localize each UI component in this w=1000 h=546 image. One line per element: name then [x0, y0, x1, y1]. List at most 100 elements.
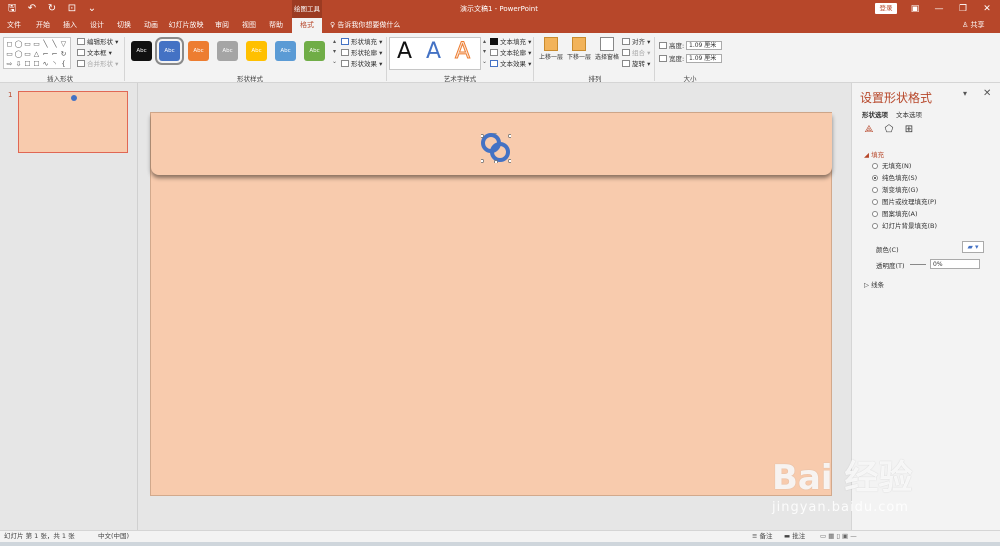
- shape-option[interactable]: ▭: [23, 49, 32, 59]
- width-input[interactable]: 1.09 厘米: [686, 54, 722, 63]
- wordart-style-black[interactable]: A: [397, 38, 412, 66]
- redo-icon[interactable]: ↻: [46, 2, 58, 16]
- tab-shape-options[interactable]: 形状选项: [862, 109, 888, 119]
- tab-10[interactable]: 格式: [292, 18, 322, 33]
- shape-option[interactable]: ⇨: [5, 59, 14, 69]
- shape-fill-button[interactable]: 形状填充 ▾: [341, 37, 382, 47]
- bring-forward-button[interactable]: 上移一层: [537, 37, 565, 62]
- shape-option[interactable]: ⌐: [50, 49, 59, 59]
- slide-thumbnail[interactable]: [18, 91, 128, 153]
- shape-option[interactable]: ▭: [32, 39, 41, 49]
- gallery-scroll-icon[interactable]: ▴ ▾ ⌄: [481, 37, 488, 69]
- transparency-input[interactable]: 0%: [930, 259, 980, 269]
- shape-option[interactable]: {: [59, 59, 68, 69]
- ribbon-display-icon[interactable]: ▣: [903, 0, 927, 18]
- tab-5[interactable]: 动画: [139, 18, 163, 33]
- shape-option[interactable]: ◯: [14, 49, 23, 59]
- tab-1[interactable]: 开始: [31, 18, 55, 33]
- shape-option[interactable]: ⇩: [14, 59, 23, 69]
- shape-effects-button[interactable]: 形状效果 ▾: [341, 59, 382, 69]
- shape-option[interactable]: ▭: [5, 49, 14, 59]
- shape-option[interactable]: ╲: [41, 39, 50, 49]
- shape-option[interactable]: ◯: [14, 39, 23, 49]
- shape-option[interactable]: ☐: [23, 59, 32, 69]
- restore-icon[interactable]: ❐: [951, 0, 975, 18]
- shape-option[interactable]: ╲: [50, 39, 59, 49]
- tab-2[interactable]: 插入: [58, 18, 82, 33]
- shape-option[interactable]: ⌐: [41, 49, 50, 59]
- shape-option[interactable]: ∿: [41, 59, 50, 69]
- tab-6[interactable]: 幻灯片放映: [166, 18, 206, 33]
- tab-7[interactable]: 审阅: [210, 18, 234, 33]
- save-icon[interactable]: 🖫: [6, 2, 18, 16]
- text-outline-button[interactable]: 文本轮廓 ▾: [490, 48, 531, 58]
- shape-option[interactable]: ▽: [59, 39, 68, 49]
- customize-icon[interactable]: ⌄: [86, 2, 98, 16]
- shape-style-option[interactable]: Abc: [217, 41, 238, 61]
- shape-gallery[interactable]: ◻ ◯ ▭ ▭ ╲ ╲ ▽ ▭ ◯ ▭ △ ⌐ ⌐ ↻ ⇨ ⇩ ☐ ☐ ∿ ◝{: [3, 37, 71, 69]
- presenter-icon[interactable]: ⊡: [66, 2, 78, 16]
- shape-outline-button[interactable]: 形状轮廓 ▾: [341, 48, 382, 58]
- pane-options-icon[interactable]: ▾: [963, 89, 967, 98]
- tab-4[interactable]: 切换: [112, 18, 136, 33]
- gallery-scroll-icon[interactable]: ▴ ▾ ⌄: [331, 37, 338, 69]
- line-section-header[interactable]: ▷ 线条: [864, 279, 884, 289]
- tab-3[interactable]: 设计: [85, 18, 109, 33]
- shape-option[interactable]: ☐: [32, 59, 41, 69]
- fill-option[interactable]: 纯色填充(S): [872, 174, 917, 183]
- close-pane-icon[interactable]: ✕: [983, 88, 991, 99]
- share-button[interactable]: ♙ 共享: [962, 18, 985, 33]
- fill-section-header[interactable]: ◢ 填充: [864, 149, 884, 159]
- shape-option[interactable]: ◝: [50, 59, 59, 69]
- edit-shape-button[interactable]: 编辑形状 ▾: [77, 37, 118, 47]
- shape-option[interactable]: ▭: [23, 39, 32, 49]
- fill-color-button[interactable]: ▰ ▾: [962, 241, 984, 253]
- minimize-icon[interactable]: —: [927, 0, 951, 18]
- shape-style-option[interactable]: Abc: [155, 37, 184, 65]
- tab-text-options[interactable]: 文本选项: [896, 109, 922, 119]
- comments-button[interactable]: ▬ 批注: [784, 531, 805, 542]
- shape-option[interactable]: ◻: [5, 39, 14, 49]
- shape-style-option[interactable]: Abc: [131, 41, 152, 61]
- view-buttons[interactable]: ▭ ▦ ▯ ▣ —: [820, 531, 857, 542]
- fill-option[interactable]: 图片或纹理填充(P): [872, 198, 937, 207]
- tab-9[interactable]: 帮助: [264, 18, 288, 33]
- text-box-button[interactable]: 文本框 ▾: [77, 48, 112, 58]
- fill-option[interactable]: 无填充(N): [872, 162, 911, 171]
- fill-option[interactable]: 幻灯片背景填充(B): [872, 222, 937, 231]
- height-input[interactable]: 1.09 厘米: [686, 41, 722, 50]
- fill-option[interactable]: 渐变填充(G): [872, 186, 918, 195]
- fill-option[interactable]: 图案填充(A): [872, 210, 918, 219]
- selected-ring-shape[interactable]: [481, 133, 511, 163]
- shape-style-option[interactable]: Abc: [246, 41, 267, 61]
- tab-0[interactable]: 文件: [2, 18, 26, 33]
- shape-option[interactable]: ↻: [59, 49, 68, 59]
- undo-icon[interactable]: ↶: [26, 2, 38, 16]
- shape-style-option[interactable]: Abc: [304, 41, 325, 61]
- merge-shapes-button[interactable]: 合并形状 ▾: [77, 59, 118, 69]
- size-properties-icon[interactable]: ⊞: [903, 124, 915, 136]
- shape-option[interactable]: △: [32, 49, 41, 59]
- text-fill-button[interactable]: 文本填充 ▾: [490, 37, 531, 47]
- effects-icon[interactable]: ⬠: [883, 124, 895, 136]
- close-icon[interactable]: ✕: [975, 0, 999, 18]
- rotate-button[interactable]: 旋转 ▾: [622, 59, 650, 69]
- fill-line-icon[interactable]: ⟁: [863, 124, 875, 136]
- login-button[interactable]: 登录: [875, 3, 897, 14]
- quick-access-toolbar: 🖫 ↶ ↻ ⊡ ⌄: [6, 2, 98, 16]
- group-button[interactable]: 组合 ▾: [622, 48, 650, 58]
- slide[interactable]: [150, 112, 832, 496]
- language-indicator[interactable]: 中文(中国): [98, 531, 129, 542]
- notes-button[interactable]: ≡ 备注: [752, 531, 773, 542]
- tell-me-search[interactable]: ♀ 告诉我你想要做什么: [330, 18, 400, 33]
- wordart-style-blue[interactable]: A: [426, 38, 441, 66]
- tab-8[interactable]: 视图: [237, 18, 261, 33]
- send-backward-button[interactable]: 下移一层: [565, 37, 593, 62]
- wordart-style-orange[interactable]: A: [454, 38, 470, 66]
- text-effects-button[interactable]: 文本效果 ▾: [490, 59, 531, 69]
- transparency-slider[interactable]: [910, 264, 926, 265]
- shape-style-option[interactable]: Abc: [188, 41, 209, 61]
- shape-style-option[interactable]: Abc: [275, 41, 296, 61]
- selection-pane-button[interactable]: 选择窗格: [593, 37, 621, 62]
- align-button[interactable]: 对齐 ▾: [622, 37, 650, 47]
